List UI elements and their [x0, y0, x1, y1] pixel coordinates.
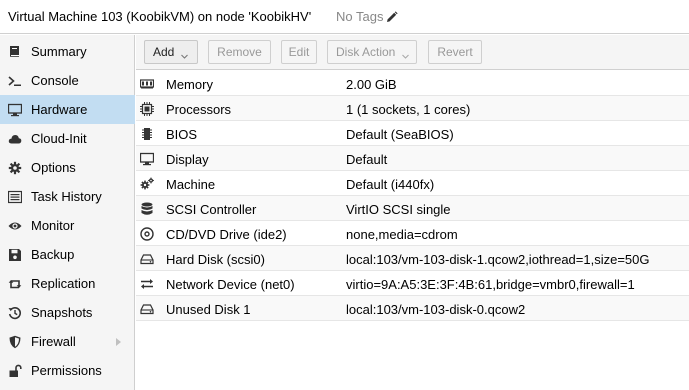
- add-button[interactable]: Add: [144, 40, 198, 64]
- chevron-down-icon: [402, 49, 410, 59]
- table-row[interactable]: Unused Disk 1 local:103/vm-103-disk-0.qc…: [136, 296, 689, 321]
- cpu-icon: [140, 102, 154, 116]
- disk-action-button[interactable]: Disk Action: [327, 40, 417, 64]
- hardware-name: Memory: [166, 77, 213, 92]
- sidebar-item-label: Monitor: [31, 218, 75, 233]
- page-header: Virtual Machine 103 (KoobikVM) on node '…: [0, 0, 689, 34]
- hardware-name: Unused Disk 1: [166, 302, 251, 317]
- pencil-icon[interactable]: [386, 10, 399, 23]
- hardware-value: local:103/vm-103-disk-1.qcow2,iothread=1…: [346, 252, 650, 267]
- sidebar-item-label: Snapshots: [31, 305, 93, 320]
- list-icon: [8, 190, 22, 204]
- sidebar-item-permissions[interactable]: Permissions: [0, 356, 135, 385]
- table-row[interactable]: CD/DVD Drive (ide2) none,media=cdrom: [136, 221, 689, 246]
- sidebar-item-hardware[interactable]: Hardware: [0, 95, 135, 124]
- hardware-name: CD/DVD Drive (ide2): [166, 227, 287, 242]
- table-row[interactable]: SCSI Controller VirtIO SCSI single: [136, 196, 689, 221]
- sidebar-item-label: Replication: [31, 276, 96, 291]
- table-row[interactable]: Display Default: [136, 146, 689, 171]
- sidebar-item-label: Summary: [31, 44, 87, 59]
- revert-button[interactable]: Revert: [428, 40, 482, 64]
- remove-button[interactable]: Remove: [208, 40, 271, 64]
- hardware-name: SCSI Controller: [166, 202, 257, 217]
- sidebar-item-snapshots[interactable]: Snapshots: [0, 298, 135, 327]
- hardware-value: Default: [346, 152, 388, 167]
- edit-button-label: Edit: [288, 45, 310, 59]
- terminal-icon: [8, 74, 22, 88]
- hdd-icon: [140, 252, 154, 266]
- hdd-icon: [140, 302, 154, 316]
- table-row[interactable]: BIOS Default (SeaBIOS): [136, 121, 689, 146]
- remove-button-label: Remove: [217, 45, 262, 59]
- sidebar-item-label: Firewall: [31, 334, 76, 349]
- sidebar-item-label: Task History: [31, 189, 102, 204]
- table-row[interactable]: Network Device (net0) virtio=9A:A5:3E:3F…: [136, 271, 689, 296]
- sidebar-item-console[interactable]: Console: [0, 66, 135, 95]
- hardware-name: BIOS: [166, 127, 198, 142]
- cogs-icon: [140, 177, 154, 191]
- memory-icon: [140, 77, 154, 91]
- cdrom-icon: [140, 227, 154, 241]
- unlock-icon: [8, 364, 22, 378]
- hardware-value: none,media=cdrom: [346, 227, 458, 242]
- save-icon: [8, 248, 22, 262]
- sidebar-item-cloud-init[interactable]: Cloud-Init: [0, 124, 135, 153]
- table-row[interactable]: Machine Default (i440fx): [136, 171, 689, 196]
- hardware-value: virtio=9A:A5:3E:3F:4B:61,bridge=vmbr0,fi…: [346, 277, 635, 292]
- revert-button-label: Revert: [437, 45, 473, 59]
- hardware-value: Default (SeaBIOS): [346, 127, 454, 142]
- sidebar-item-backup[interactable]: Backup: [0, 240, 135, 269]
- sidebar-item-summary[interactable]: Summary: [0, 37, 135, 66]
- disk-action-button-label: Disk Action: [336, 45, 396, 59]
- eye-icon: [8, 219, 22, 233]
- tags-label: No Tags: [336, 9, 384, 24]
- expand-arrow-icon[interactable]: [116, 337, 121, 346]
- tags-area[interactable]: No Tags: [336, 9, 399, 24]
- sidebar-item-task-history[interactable]: Task History: [0, 182, 135, 211]
- sidebar-item-options[interactable]: Options: [0, 153, 135, 182]
- exchange-icon: [140, 277, 154, 291]
- sidebar-item-label: Hardware: [31, 102, 88, 117]
- chevron-down-icon: [181, 49, 189, 59]
- sidebar-item-monitor[interactable]: Monitor: [0, 211, 135, 240]
- hardware-value: Default (i440fx): [346, 177, 435, 192]
- display-icon: [140, 152, 154, 166]
- sidebar-item-label: Cloud-Init: [31, 131, 87, 146]
- sidebar-item-firewall[interactable]: Firewall: [0, 327, 135, 356]
- hardware-value: 1 (1 sockets, 1 cores): [346, 102, 471, 117]
- sidebar-item-label: Console: [31, 73, 79, 88]
- hardware-name: Machine: [166, 177, 216, 192]
- hardware-toolbar: Add Remove Edit Disk Action Revert: [136, 35, 689, 70]
- book-icon: [8, 45, 22, 59]
- hardware-value: local:103/vm-103-disk-0.qcow2: [346, 302, 526, 317]
- table-row[interactable]: Memory 2.00 GiB: [136, 71, 689, 96]
- hardware-name: Display: [166, 152, 209, 167]
- hardware-value: VirtIO SCSI single: [346, 202, 451, 217]
- add-button-label: Add: [153, 45, 175, 59]
- sidebar-item-label: Permissions: [31, 363, 102, 378]
- history-icon: [8, 306, 22, 320]
- hardware-name: Network Device (net0): [166, 277, 295, 292]
- sidebar-item-label: Backup: [31, 247, 75, 262]
- microchip-icon: [140, 127, 154, 141]
- gear-icon: [8, 161, 22, 175]
- sidebar-item-label: Options: [31, 160, 76, 175]
- database-icon: [140, 202, 154, 216]
- sidebar: Summary Console Hardware Cloud-Init Opti…: [0, 35, 135, 390]
- hardware-name: Hard Disk (scsi0): [166, 252, 265, 267]
- hardware-name: Processors: [166, 102, 232, 117]
- shield-icon: [8, 335, 22, 349]
- retweet-icon: [8, 277, 22, 291]
- vm-title: Virtual Machine 103 (KoobikVM) on node '…: [8, 9, 312, 24]
- cloud-icon: [8, 132, 22, 146]
- table-row[interactable]: Processors 1 (1 sockets, 1 cores): [136, 96, 689, 121]
- desktop-icon: [8, 103, 22, 117]
- sidebar-item-replication[interactable]: Replication: [0, 269, 135, 298]
- table-row[interactable]: Hard Disk (scsi0) local:103/vm-103-disk-…: [136, 246, 689, 271]
- hardware-value: 2.00 GiB: [346, 77, 397, 92]
- edit-button[interactable]: Edit: [281, 40, 317, 64]
